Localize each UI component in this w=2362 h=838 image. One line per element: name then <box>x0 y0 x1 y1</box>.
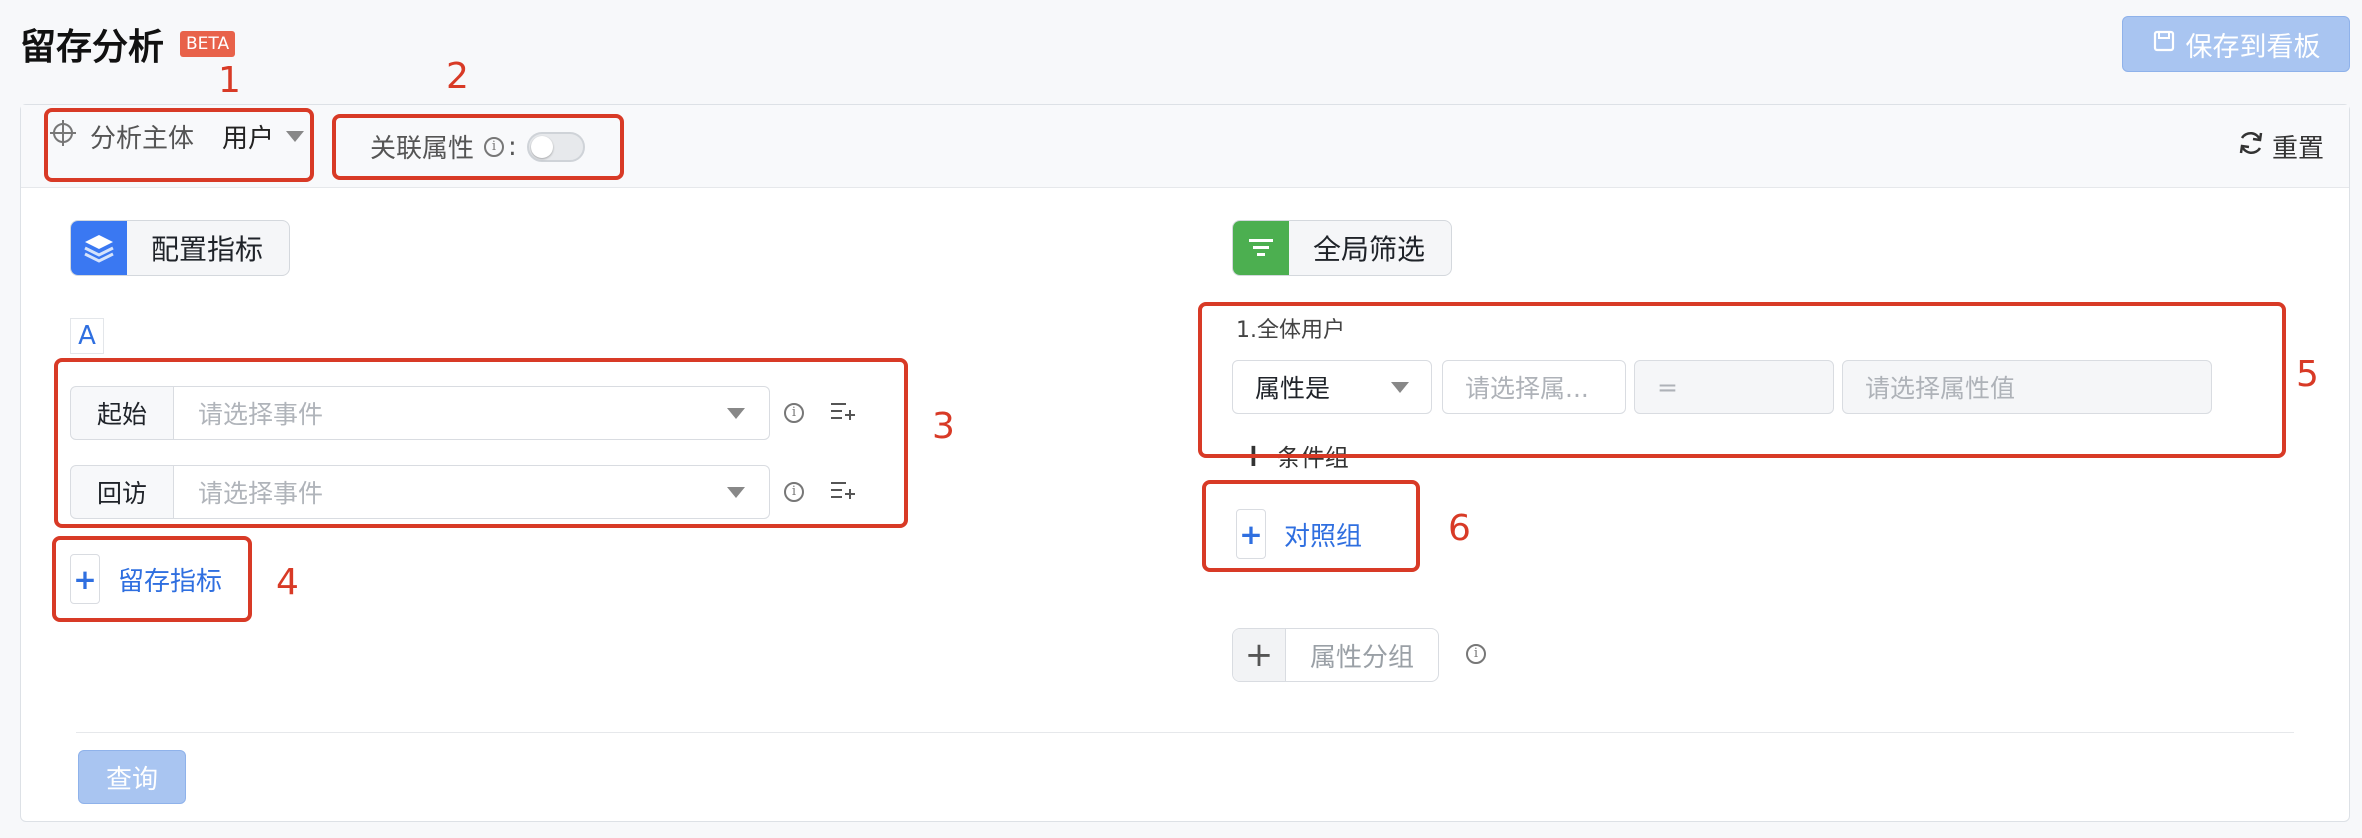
reset-label: 重置 <box>2272 134 2325 164</box>
annotation-box-3 <box>54 358 908 528</box>
layers-icon <box>71 221 127 275</box>
annotation-box-5 <box>1198 302 2286 458</box>
property-group-button[interactable]: + 属性分组 <box>1232 628 1440 682</box>
global-filter-header: 全局筛选 <box>1232 220 1453 276</box>
annotation-box-2 <box>332 114 624 180</box>
beta-badge: BETA <box>180 31 236 57</box>
annotation-box-1 <box>44 108 314 182</box>
config-metrics-label: 配置指标 <box>151 233 264 266</box>
property-group-label: 属性分组 <box>1310 642 1415 673</box>
annotation-box-4 <box>52 536 252 622</box>
query-button[interactable]: 查询 <box>78 750 186 804</box>
info-icon[interactable]: i <box>1466 644 1486 664</box>
annotation-number: 4 <box>276 562 299 603</box>
annotation-number: 5 <box>2296 354 2319 395</box>
annotation-number: 6 <box>1448 508 1471 549</box>
plus-icon: + <box>1233 629 1286 681</box>
reset-button[interactable]: 重置 <box>2236 128 2324 165</box>
annotation-number: 2 <box>446 56 469 97</box>
filter-icon <box>1233 221 1289 275</box>
divider <box>76 732 2294 733</box>
save-to-dashboard-button[interactable]: 保存到看板 <box>2122 16 2350 72</box>
annotation-box-6 <box>1202 480 1420 572</box>
annotation-number: 3 <box>932 406 955 447</box>
refresh-icon <box>2236 128 2266 165</box>
metric-group-tag: A <box>70 318 104 354</box>
annotation-number: 1 <box>218 60 241 101</box>
global-filter-label: 全局筛选 <box>1313 233 1426 266</box>
save-icon <box>2152 29 2176 60</box>
save-label: 保存到看板 <box>2185 31 2321 63</box>
config-metrics-header: 配置指标 <box>70 220 291 276</box>
page-title: 留存分析 <box>20 27 165 68</box>
